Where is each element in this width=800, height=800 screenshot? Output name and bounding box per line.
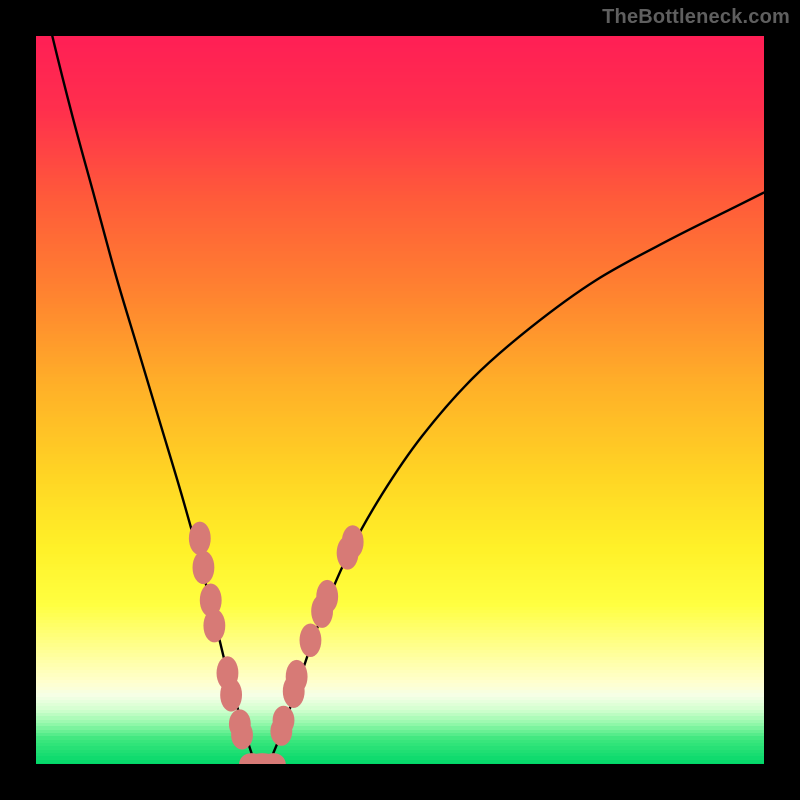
data-marker — [220, 678, 242, 711]
data-marker — [316, 580, 338, 613]
curve-right-arm — [273, 193, 764, 754]
curve-left-arm — [36, 36, 251, 753]
data-marker — [203, 609, 225, 642]
outer-frame: TheBottleneck.com — [0, 0, 800, 800]
data-marker — [273, 706, 295, 735]
data-marker — [193, 551, 215, 584]
data-marker — [300, 623, 322, 656]
data-marker — [189, 522, 211, 555]
watermark-text: TheBottleneck.com — [602, 6, 790, 29]
data-marker — [342, 525, 364, 558]
plot-area — [36, 36, 764, 764]
data-marker — [286, 660, 308, 693]
data-marker — [231, 720, 253, 749]
bottleneck-curve — [36, 36, 764, 764]
